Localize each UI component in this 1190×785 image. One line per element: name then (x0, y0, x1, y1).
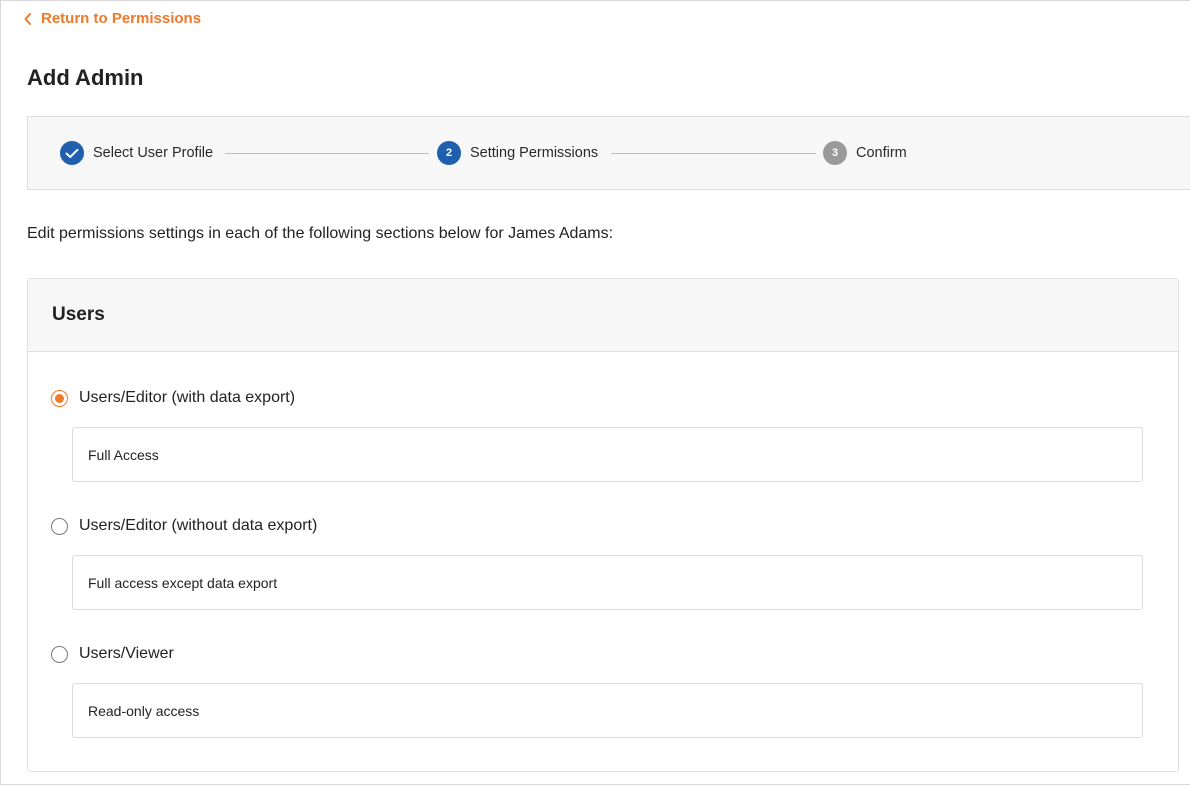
permission-option: Users/Editor (with data export) (51, 389, 295, 407)
option-label: Users/Viewer (79, 645, 174, 662)
return-to-permissions-link[interactable]: Return to Permissions (23, 10, 201, 27)
permission-option: Users/Viewer (51, 645, 174, 663)
radio-users-editor-with-export[interactable]: Users/Editor (with data export) (51, 389, 295, 407)
permission-option: Users/Editor (without data export) (51, 517, 317, 535)
page-title: Add Admin (27, 65, 144, 90)
radio-button[interactable] (51, 645, 68, 663)
page-frame: Return to Permissions Add Admin Select U… (0, 0, 1190, 785)
instructions-text: Edit permissions settings in each of the… (27, 225, 614, 242)
step-connector (611, 153, 816, 154)
users-permissions-panel: Users Users/Editor (with data export) Fu… (27, 278, 1179, 772)
option-description: Full Access (72, 427, 1143, 482)
step-2-label: Setting Permissions (470, 145, 599, 161)
step-3-label: Confirm (856, 145, 907, 161)
step-2-number: 2 (437, 141, 461, 165)
step-select-user-profile: Select User Profile (60, 141, 213, 165)
radio-users-viewer[interactable]: Users/Viewer (51, 645, 174, 663)
step-1-label: Select User Profile (93, 145, 214, 161)
option-label: Users/Editor (without data export) (79, 517, 318, 534)
step-3-number: 3 (823, 141, 847, 165)
option-description: Full access except data export (72, 555, 1143, 610)
chevron-left-icon (24, 12, 31, 25)
step-1-check-icon (60, 141, 84, 165)
step-connector (225, 153, 429, 154)
radio-button-selected[interactable] (51, 389, 68, 407)
radio-users-editor-without-export[interactable]: Users/Editor (without data export) (51, 517, 317, 535)
progress-stepper: Select User Profile 2 Setting Permission… (27, 116, 1190, 190)
option-description: Read-only access (72, 683, 1143, 738)
step-confirm: 3 Confirm (823, 141, 907, 165)
step-setting-permissions: 2 Setting Permissions (437, 141, 598, 165)
panel-title: Users (28, 279, 1178, 352)
return-link-label: Return to Permissions (41, 10, 202, 27)
option-label: Users/Editor (with data export) (79, 389, 296, 406)
radio-button[interactable] (51, 517, 68, 535)
